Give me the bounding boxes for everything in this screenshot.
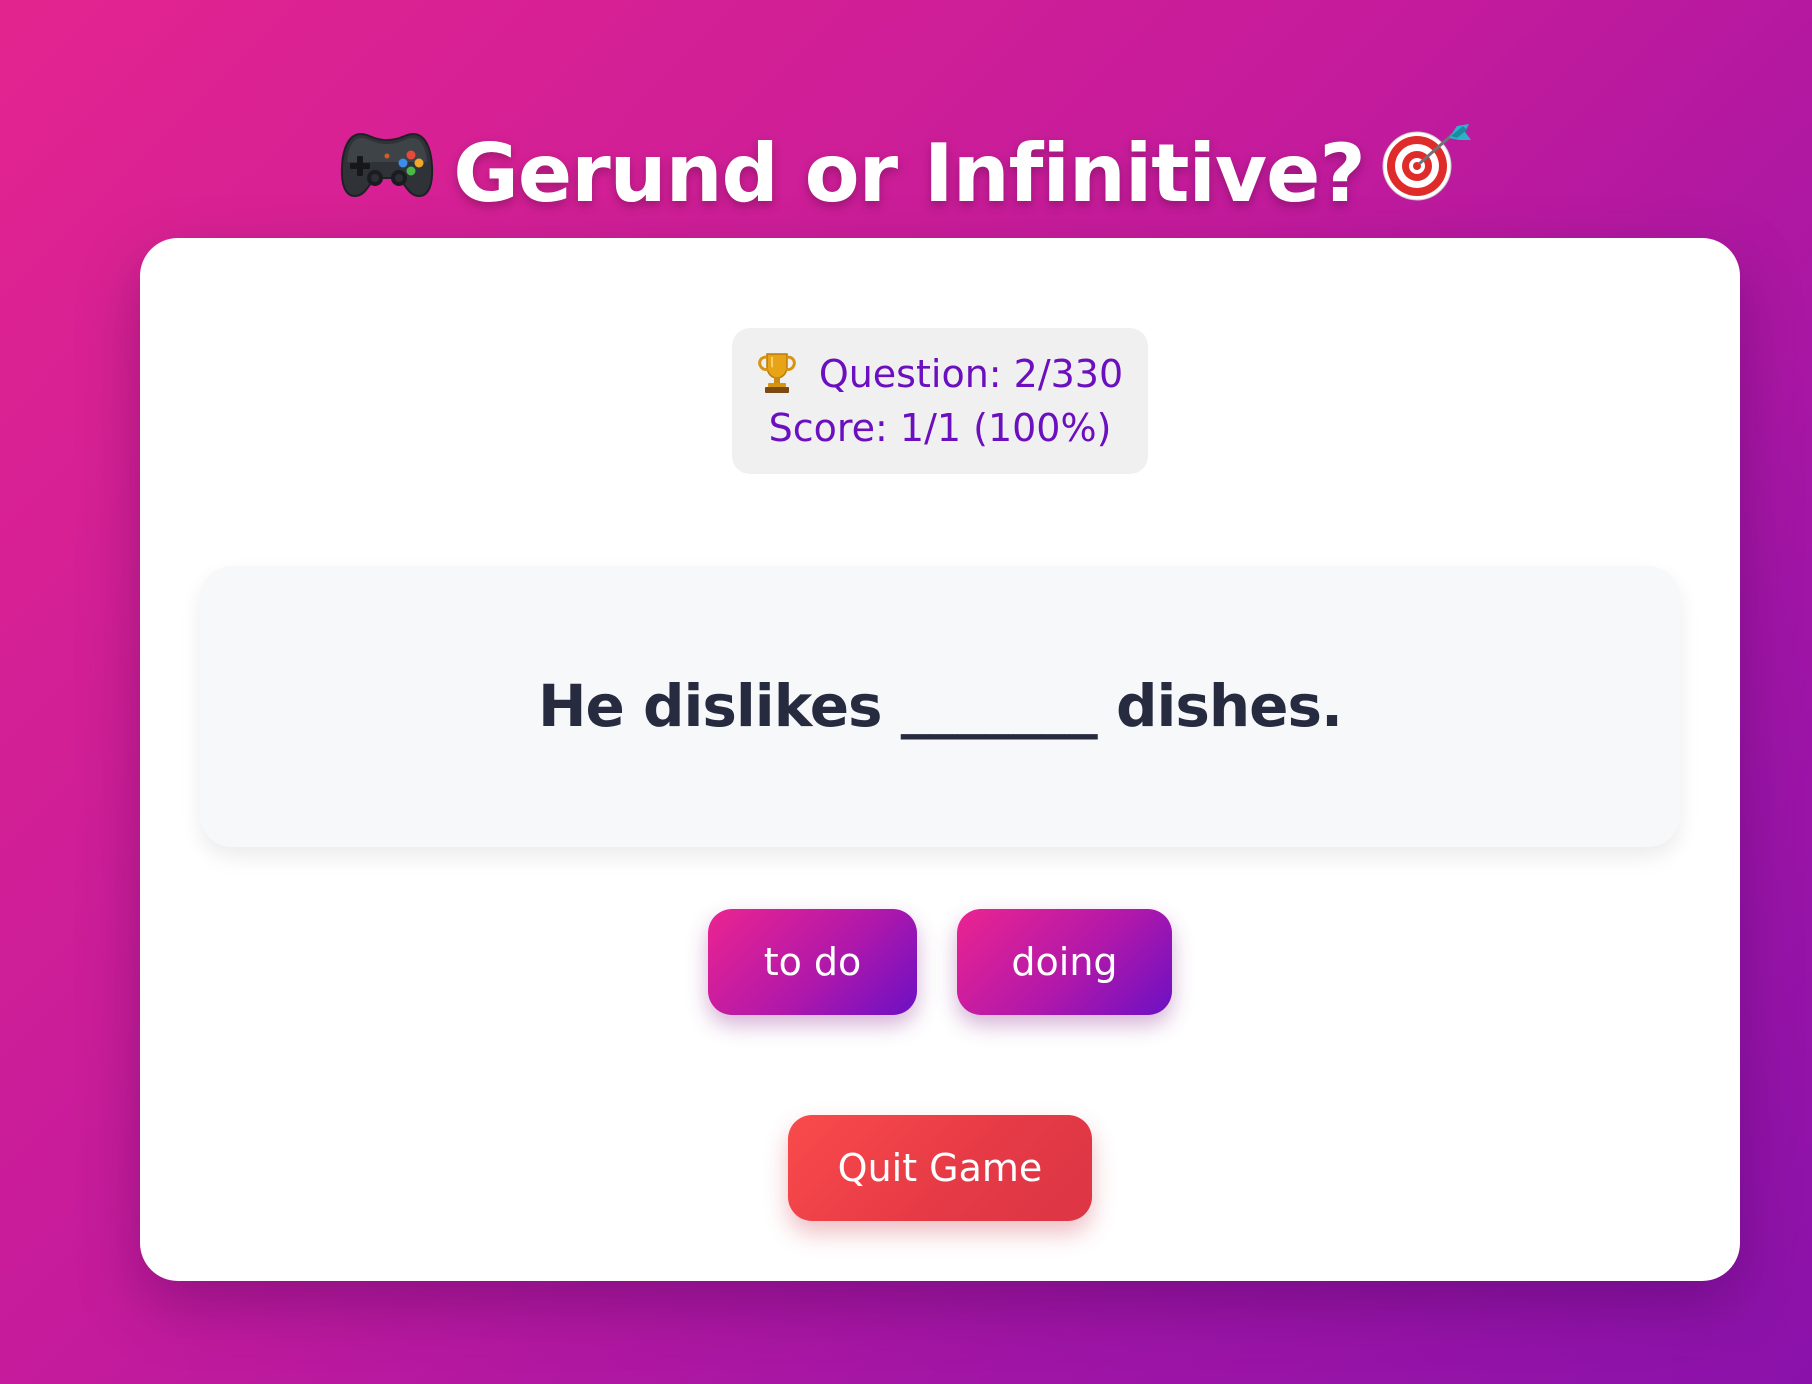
quit-game-button[interactable]: Quit Game	[788, 1115, 1092, 1221]
question-counter: Question: 2/330	[732, 347, 1148, 401]
game-title: Gerund or Infinitive?	[0, 116, 1812, 237]
score-text: Score: 1/1 (100%)	[768, 406, 1112, 450]
target-dart-icon	[1365, 117, 1473, 233]
question-counter-text: Question: 2/330	[818, 352, 1124, 396]
game-title-text: Gerund or Infinitive?	[453, 126, 1365, 220]
trophy-icon	[757, 350, 797, 394]
game-controller-icon	[339, 117, 453, 233]
answer-button-doing[interactable]: doing	[957, 909, 1172, 1015]
status-panel: Question: 2/330 Score: 1/1 (100%)	[732, 328, 1148, 474]
question-sentence: He dislikes _______ dishes.	[537, 672, 1343, 740]
answer-button-to-do[interactable]: to do	[708, 909, 917, 1015]
question-panel: He dislikes _______ dishes.	[200, 566, 1680, 847]
game-card: Question: 2/330 Score: 1/1 (100%) He dis…	[140, 238, 1740, 1281]
